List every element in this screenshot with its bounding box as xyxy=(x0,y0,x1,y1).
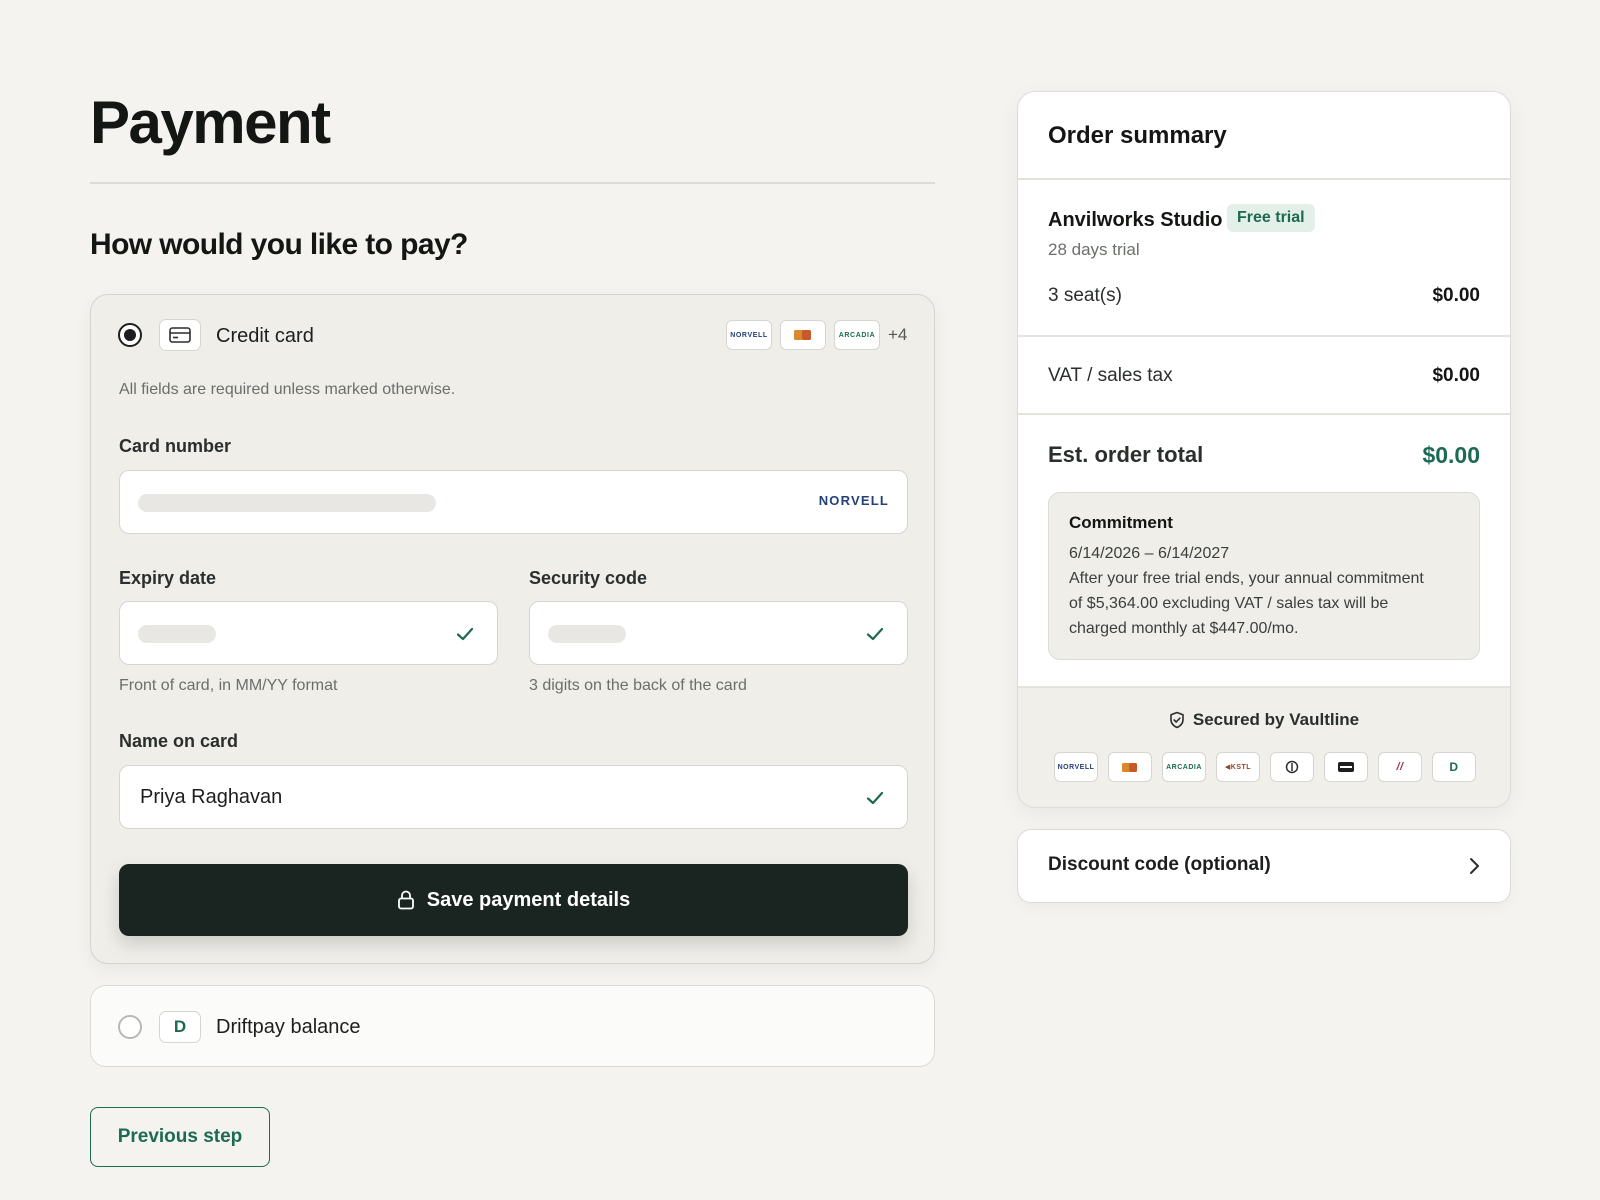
norvell-brand-chip: NORVELL xyxy=(1054,752,1098,782)
security-code-hint: 3 digits on the back of the card xyxy=(529,677,747,694)
norvell-brand-chip: NORVELL xyxy=(726,320,772,350)
commitment-text-line: After your free trial ends, your annual … xyxy=(1069,570,1424,587)
chevron-right-icon xyxy=(1470,858,1479,874)
expiry-date-input[interactable] xyxy=(119,601,498,665)
save-payment-button[interactable]: Save payment details xyxy=(119,864,908,936)
credit-card-glyph xyxy=(169,327,191,343)
name-on-card-input[interactable]: Priya Raghavan xyxy=(119,765,908,829)
security-code-valid-check-icon xyxy=(866,627,884,641)
arcadia-brand-chip: ARCADIA xyxy=(834,320,880,350)
seats-label: 3 seat(s) xyxy=(1048,285,1122,306)
name-on-card-value: Priya Raghavan xyxy=(140,786,283,808)
credit-card-label: Credit card xyxy=(216,325,314,347)
tax-label: VAT / sales tax xyxy=(1048,365,1173,386)
order-total-value: $0.00 xyxy=(1422,442,1480,468)
kstl-brand-chip: ◀ KSTL xyxy=(1216,752,1260,782)
card-number-input[interactable]: NORVELL xyxy=(119,470,908,534)
order-total-label: Est. order total xyxy=(1048,442,1204,467)
card-number-masked-value xyxy=(138,494,436,512)
expiry-masked-value xyxy=(138,625,216,643)
expiry-valid-check-icon xyxy=(456,627,474,641)
security-strip: Secured by Vaultline NORVELL ARCADIA ◀ KS… xyxy=(1018,686,1510,807)
kstl-brand-label: KSTL xyxy=(1230,763,1252,771)
circle-brand-icon xyxy=(1270,752,1314,782)
tax-value: $0.00 xyxy=(1432,365,1480,386)
page-title: Payment xyxy=(90,89,331,156)
credit-card-icon xyxy=(159,319,201,351)
summary-divider xyxy=(1018,335,1510,337)
security-code-masked-value xyxy=(548,625,626,643)
seats-value: $0.00 xyxy=(1432,285,1480,306)
credit-card-option[interactable]: Credit card NORVELL ARCADIA +4 All field… xyxy=(90,294,935,964)
driftpay-icon: D xyxy=(159,1011,201,1043)
free-trial-badge: Free trial xyxy=(1227,204,1315,232)
order-summary-title: Order summary xyxy=(1048,122,1227,149)
slash-brand-chip: // xyxy=(1378,752,1422,782)
commitment-text-line: of $5,364.00 excluding VAT / sales tax w… xyxy=(1069,595,1389,612)
commitment-box: Commitment 6/14/2026 – 6/14/2027 After y… xyxy=(1048,492,1480,660)
credit-card-radio[interactable] xyxy=(118,323,142,347)
order-summary-card: Order summary Anvilworks Studio Free tri… xyxy=(1017,91,1511,808)
security-code-label: Security code xyxy=(529,568,648,588)
discount-code-label: Discount code (optional) xyxy=(1048,854,1271,875)
expiry-date-hint: Front of card, in MM/YY format xyxy=(119,677,338,694)
driftpay-option[interactable]: D Driftpay balance xyxy=(90,985,935,1067)
arcadia-brand-chip: ARCADIA xyxy=(1162,752,1206,782)
driftpay-brand-chip: D xyxy=(1432,752,1476,782)
save-payment-label: Save payment details xyxy=(426,888,631,911)
discount-code-button[interactable]: Discount code (optional) xyxy=(1017,829,1511,903)
name-on-card-label: Name on card xyxy=(119,731,239,751)
summary-divider xyxy=(1018,413,1510,415)
title-divider xyxy=(90,182,935,184)
card-number-brand: NORVELL xyxy=(818,493,889,508)
mastercard-glyph xyxy=(794,330,811,340)
commitment-text-line: charged monthly at $447.00/mo. xyxy=(1069,620,1299,637)
mastercard-brand-icon xyxy=(780,320,826,350)
mastercard-brand-icon xyxy=(1108,752,1152,782)
circle-line-glyph xyxy=(1285,760,1299,774)
secured-by-label: Secured by Vaultline xyxy=(1018,710,1510,730)
card-number-label: Card number xyxy=(119,436,232,456)
commitment-title: Commitment xyxy=(1069,513,1173,532)
security-code-input[interactable] xyxy=(529,601,908,665)
lock-icon xyxy=(397,890,414,910)
product-name: Anvilworks Studio xyxy=(1048,209,1223,231)
mastercard-glyph xyxy=(1122,762,1137,772)
summary-divider xyxy=(1018,178,1510,180)
required-fields-hint: All fields are required unless marked ot… xyxy=(119,381,456,398)
name-valid-check-icon xyxy=(866,791,884,805)
shield-check-icon xyxy=(1170,711,1184,729)
driftpay-label: Driftpay balance xyxy=(216,1016,361,1038)
driftpay-radio[interactable] xyxy=(118,1015,142,1039)
secured-by-text: Secured by Vaultline xyxy=(1192,710,1360,729)
section-title: How would you like to pay? xyxy=(90,228,468,261)
card-stripe-brand-icon xyxy=(1324,752,1368,782)
trial-duration: 28 days trial xyxy=(1048,240,1140,259)
card-stripe-glyph xyxy=(1338,762,1354,772)
commitment-dates: 6/14/2026 – 6/14/2027 xyxy=(1069,545,1230,562)
more-brands-count: +4 xyxy=(888,325,908,344)
previous-step-button[interactable]: Previous step xyxy=(90,1107,270,1167)
summary-divider xyxy=(1018,686,1510,688)
expiry-date-label: Expiry date xyxy=(119,568,217,588)
